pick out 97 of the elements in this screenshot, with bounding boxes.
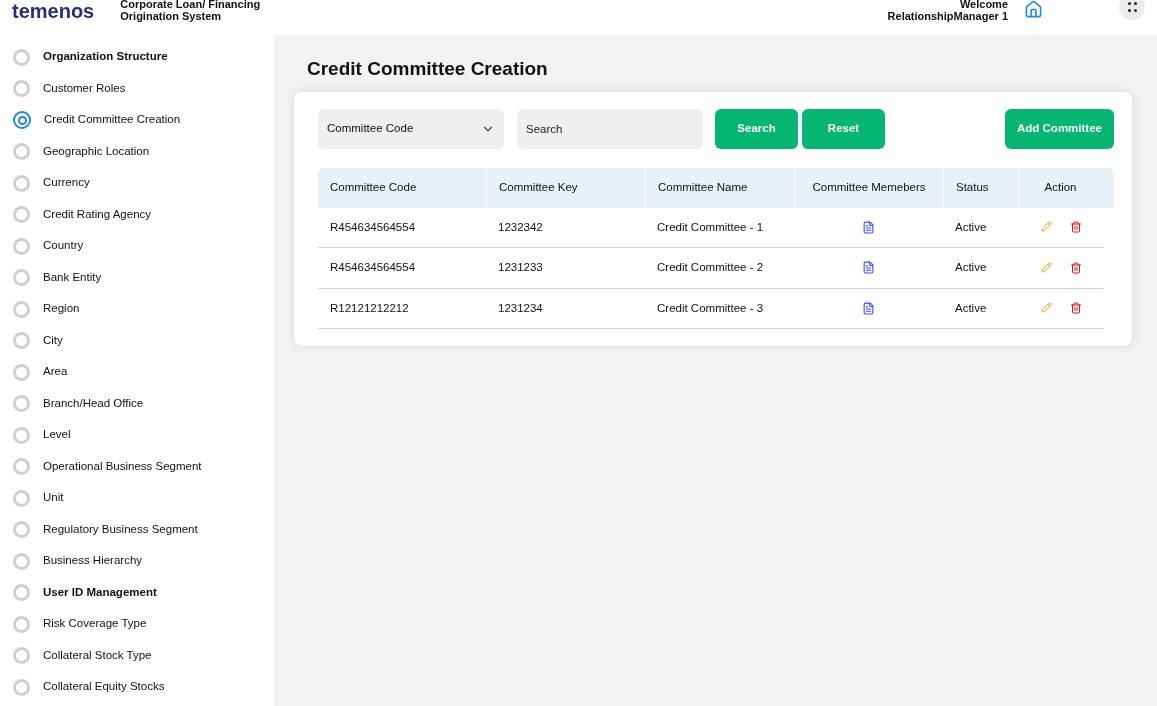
radio-icon (13, 143, 30, 160)
sidebar-item-label: Credit Rating Agency (43, 206, 152, 222)
table-cell: 1231234 (498, 301, 543, 314)
radio-icon (13, 269, 30, 286)
radio-icon (13, 678, 30, 696)
committee-code-dropdown[interactable]: Committee Code (318, 108, 504, 149)
sidebar-item[interactable]: Level (13, 425, 274, 445)
home-icon[interactable] (1024, 0, 1043, 19)
sidebar-item[interactable]: Risk Coverage Type (13, 614, 274, 634)
sidebar-item-label: Unit (43, 490, 64, 506)
column-header: Action (1018, 167, 1102, 208)
column-header: Status (943, 167, 1018, 208)
sidebar-item-label: Business Hierarchy (43, 553, 143, 569)
sidebar-item[interactable]: Currency (13, 173, 274, 193)
sidebar-item-label: Organization Structure (43, 49, 168, 65)
sidebar-item-label: Collateral Equity Stocks (43, 679, 165, 695)
table-cell: Credit Committee - 3 (657, 301, 764, 314)
document-icon[interactable] (862, 301, 875, 315)
radio-icon (13, 206, 30, 223)
search-field[interactable]: Search (517, 108, 703, 149)
radio-icon (13, 363, 30, 381)
page-title: Credit Committee Creation (307, 57, 549, 81)
welcome-text: RelationshipManager 1 (887, 10, 1008, 22)
radio-icon (13, 80, 30, 97)
sidebar-item[interactable]: Unit (13, 488, 274, 508)
table-cell: R454634564554 (330, 261, 416, 274)
sidebar-item[interactable]: Credit Committee Creation (13, 110, 274, 130)
app-title: Origination System (120, 10, 223, 22)
column-header: Committee Memebers (794, 167, 943, 208)
column-header: Committee Key (486, 167, 645, 208)
radio-icon (13, 111, 31, 129)
sidebar-item-label: Collateral Stock Type (43, 647, 152, 663)
sidebar-item[interactable]: Bank Entity (13, 267, 274, 288)
sidebar-item[interactable]: Collateral Stock Type (13, 645, 274, 666)
welcome-text: Welcome (959, 0, 1008, 10)
sidebar-item[interactable]: Area (13, 362, 274, 382)
radio-icon (13, 48, 30, 66)
radio-icon (13, 237, 30, 255)
radio-icon (13, 395, 30, 412)
radio-icon (13, 521, 30, 538)
table-cell: Credit Committee - 1 (657, 220, 764, 233)
status-text: Active (955, 301, 987, 314)
column-header: Committee Code (329, 179, 418, 195)
radio-icon (13, 615, 30, 633)
app-title: Corporate Loan/ Financing (120, 0, 261, 10)
table-cell: Credit Committee - 2 (657, 261, 764, 274)
radio-icon (13, 426, 30, 444)
sidebar-item[interactable]: Geographic Location (13, 141, 274, 162)
table-cell: 1231233 (498, 261, 543, 274)
sidebar-item[interactable]: Customer Roles (13, 78, 274, 99)
radio-icon (13, 489, 30, 507)
sidebar-item[interactable]: Region (13, 299, 274, 319)
sidebar-item-label: Operational Business Segment (43, 458, 202, 474)
sidebar-item[interactable]: Credit Rating Agency (13, 204, 274, 225)
sidebar-item-label: City (43, 332, 63, 348)
radio-icon (13, 300, 30, 318)
document-icon[interactable] (862, 220, 875, 234)
radio-icon (13, 174, 30, 192)
apps-menu-button[interactable] (1119, 0, 1145, 20)
sidebar-item-label: Credit Committee Creation (44, 112, 181, 128)
document-icon[interactable] (862, 261, 875, 275)
radio-icon (13, 584, 30, 601)
delete-icon[interactable] (1069, 302, 1082, 315)
sidebar-item-label: Level (43, 427, 71, 443)
brand-logo: temenos (12, 1, 95, 21)
table-cell: R454634564554 (330, 220, 416, 233)
delete-icon[interactable] (1069, 221, 1082, 234)
radio-icon (13, 552, 30, 570)
status-text: Active (955, 261, 987, 274)
sidebar-item[interactable]: Country (13, 236, 274, 256)
sidebar-item[interactable]: City (13, 330, 274, 351)
column-header: Committee Name (645, 167, 794, 208)
sidebar-item-label: User ID Management (43, 584, 157, 600)
sidebar-item-label: Area (43, 364, 68, 380)
table-cell: 1232342 (498, 220, 543, 233)
table-cell: R12121212212 (330, 301, 409, 314)
sidebar-item-label: Branch/Head Office (43, 395, 144, 411)
sidebar-item-label: Currency (43, 175, 90, 191)
sidebar-item-label: Region (43, 301, 80, 317)
sidebar-item-label: Geographic Location (43, 143, 150, 159)
sidebar-item[interactable]: Organization Structure (13, 47, 274, 67)
delete-icon[interactable] (1069, 261, 1082, 274)
status-text: Active (955, 220, 987, 233)
sidebar-item-label: Risk Coverage Type (43, 616, 147, 632)
sidebar-item[interactable]: User ID Management (13, 582, 274, 603)
sidebar-item[interactable]: Collateral Equity Stocks (13, 677, 274, 697)
sidebar-item[interactable]: Branch/Head Office (13, 393, 274, 414)
sidebar-item-label: Regulatory Business Segment (43, 521, 198, 537)
radio-icon (13, 332, 30, 349)
sidebar-item[interactable]: Business Hierarchy (13, 551, 274, 571)
radio-icon (13, 458, 30, 475)
sidebar-item-label: Bank Entity (43, 269, 102, 285)
sidebar-item-label: Country (43, 238, 84, 254)
sidebar-item[interactable]: Regulatory Business Segment (13, 519, 274, 540)
radio-icon (13, 647, 30, 664)
sidebar-item[interactable]: Operational Business Segment (13, 456, 274, 477)
sidebar-item-label: Customer Roles (43, 80, 126, 96)
